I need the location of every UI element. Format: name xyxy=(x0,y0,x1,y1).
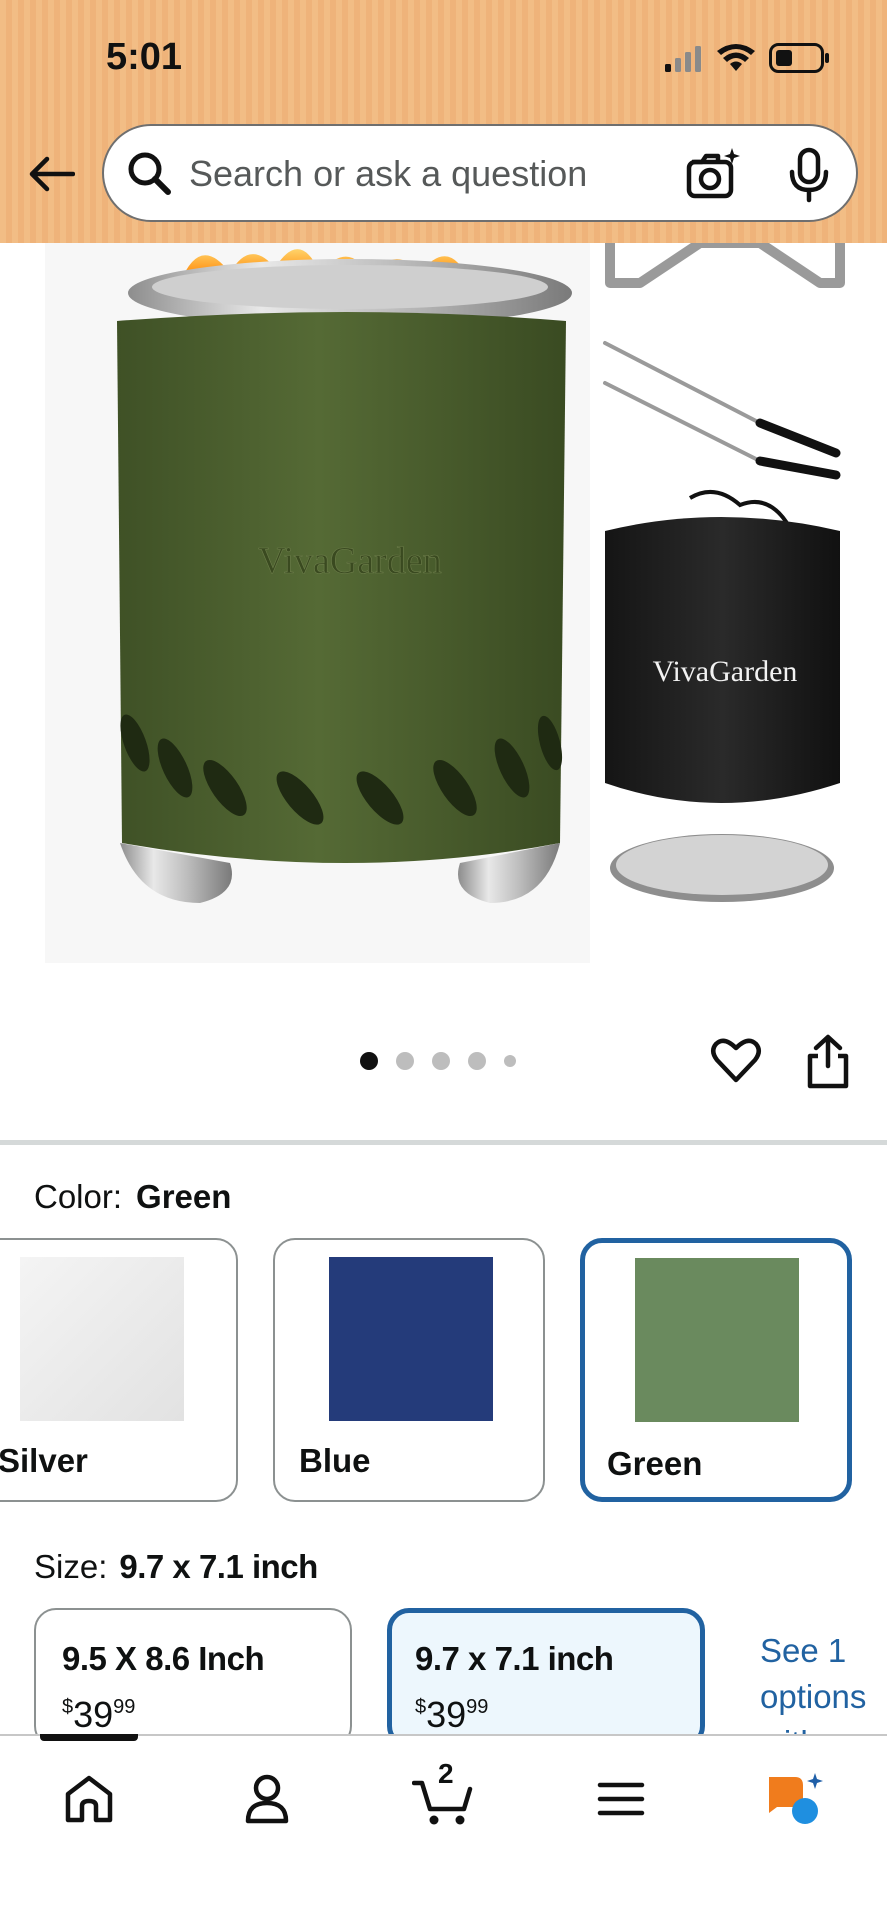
size-option-9-5x8-6[interactable]: 9.5 X 8.6 Inch $3999 xyxy=(34,1608,352,1748)
color-swatch xyxy=(20,1257,184,1421)
size-option-9-7x7-1[interactable]: 9.7 x 7.1 inch $3999 xyxy=(387,1608,705,1748)
color-option-label: Green xyxy=(607,1445,703,1482)
color-option-green[interactable]: Green xyxy=(580,1238,852,1502)
color-swatch xyxy=(329,1257,493,1421)
color-option-blue[interactable]: Blue xyxy=(273,1238,545,1502)
nav-rufus[interactable] xyxy=(760,1764,830,1834)
color-option-silver[interactable]: Silver xyxy=(0,1238,238,1502)
product-image[interactable]: VivaGarden VivaGarden xyxy=(0,243,887,983)
search-icon xyxy=(128,152,171,195)
size-label: Size: 9.7 x 7.1 inch xyxy=(34,1548,318,1586)
bag-brand-text: VivaGarden xyxy=(653,655,798,688)
nav-menu[interactable] xyxy=(586,1764,656,1834)
size-option-label: 9.7 x 7.1 inch xyxy=(415,1640,614,1677)
section-divider xyxy=(0,1140,887,1145)
size-option-price: $3999 xyxy=(62,1694,135,1736)
color-label: Color: Green xyxy=(34,1178,231,1216)
search-bar[interactable]: Search or ask a question xyxy=(102,124,858,222)
carousel-dot[interactable] xyxy=(360,1052,378,1070)
nav-cart[interactable]: 2 xyxy=(408,1758,478,1834)
hamburger-menu-icon xyxy=(597,1782,645,1816)
carousel-dot[interactable] xyxy=(396,1052,414,1070)
color-label-key: Color: xyxy=(34,1178,123,1215)
status-time: 5:01 xyxy=(106,36,183,78)
bottom-nav: 2 xyxy=(0,1734,887,1920)
size-option-price: $3999 xyxy=(415,1694,488,1736)
color-selected-value: Green xyxy=(136,1178,232,1215)
heart-icon[interactable] xyxy=(710,1034,762,1086)
ai-assistant-icon xyxy=(769,1773,823,1824)
size-label-key: Size: xyxy=(34,1548,108,1585)
color-option-label: Silver xyxy=(0,1442,88,1479)
price-symbol: $ xyxy=(62,1696,74,1718)
camera-search-icon[interactable] xyxy=(684,146,744,202)
size-selected-value: 9.7 x 7.1 inch xyxy=(119,1548,318,1585)
price-fraction: 99 xyxy=(466,1696,489,1718)
microphone-icon[interactable] xyxy=(784,144,834,204)
color-swatch xyxy=(635,1258,799,1422)
status-icons xyxy=(663,40,831,76)
color-option-label: Blue xyxy=(299,1442,371,1479)
price-whole: 39 xyxy=(426,1694,467,1735)
carousel-dot[interactable] xyxy=(432,1052,450,1070)
carousel-dot[interactable] xyxy=(468,1052,486,1070)
home-tab-indicator xyxy=(40,1734,138,1741)
carousel-dot[interactable] xyxy=(504,1055,516,1067)
can-brand-text: VivaGarden xyxy=(258,540,441,582)
fire-pit-illustration: VivaGarden VivaGarden xyxy=(45,243,845,963)
price-fraction: 99 xyxy=(113,1696,136,1718)
arrow-left-icon xyxy=(29,156,75,192)
search-input[interactable]: Search or ask a question xyxy=(189,153,587,195)
home-icon xyxy=(65,1775,113,1823)
see-other-options-link[interactable]: See 1 options with no feat xyxy=(760,1628,887,1736)
nav-home[interactable] xyxy=(54,1764,124,1834)
battery-icon xyxy=(769,43,829,73)
share-icon[interactable] xyxy=(804,1034,852,1090)
cart-count-badge: 2 xyxy=(438,1758,454,1789)
price-symbol: $ xyxy=(415,1696,427,1718)
wifi-icon xyxy=(717,44,755,71)
back-button[interactable] xyxy=(24,146,80,202)
app-header: 5:01 Search or ask a question xyxy=(0,0,887,243)
price-whole: 39 xyxy=(73,1694,114,1735)
nav-account[interactable] xyxy=(232,1764,302,1834)
carousel-dots xyxy=(360,1052,516,1070)
size-option-label: 9.5 X 8.6 Inch xyxy=(62,1640,265,1677)
person-icon xyxy=(245,1774,289,1824)
cellular-signal-icon xyxy=(665,46,701,72)
